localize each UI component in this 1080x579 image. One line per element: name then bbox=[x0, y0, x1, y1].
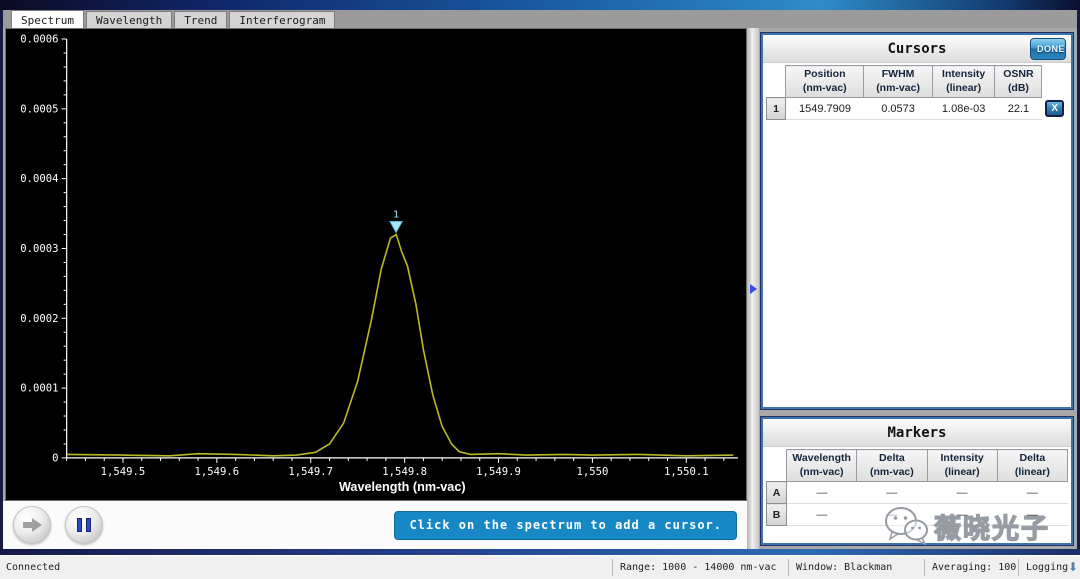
marker-delta-nm-value: — bbox=[857, 504, 927, 526]
svg-text:1,549.5: 1,549.5 bbox=[101, 466, 146, 478]
cursors-panel: Cursors DONE Position (nm-vac) FWHM (nm bbox=[761, 33, 1073, 409]
svg-text:0.0002: 0.0002 bbox=[20, 313, 58, 325]
cursors-panel-title: Cursors bbox=[887, 41, 946, 57]
download-arrow-icon[interactable]: ⬇ bbox=[1068, 560, 1078, 574]
markers-panel-header: Markers bbox=[763, 419, 1071, 447]
delete-cursor-button[interactable]: X bbox=[1045, 100, 1064, 117]
panel-splitter[interactable] bbox=[747, 28, 759, 549]
marker-wavelength-value: — bbox=[787, 504, 857, 526]
svg-text:1,549.8: 1,549.8 bbox=[382, 466, 427, 478]
main-area: 1,549.5 1,549.6 1,549.7 1,549.8 1,549.9 1,550… bbox=[0, 28, 1080, 549]
svg-text:0.0003: 0.0003 bbox=[20, 243, 58, 255]
svg-text:0.0005: 0.0005 bbox=[20, 103, 58, 115]
cursor-fwhm-value: 0.0573 bbox=[864, 98, 932, 120]
tab-trend[interactable]: Trend bbox=[174, 11, 227, 28]
column-header-intensity: Intensity (linear) bbox=[927, 450, 997, 482]
connection-status: Connected bbox=[6, 562, 60, 573]
marker-row-a: A — — — — bbox=[767, 482, 1068, 504]
collapse-arrow-icon bbox=[750, 284, 757, 294]
marker-intensity-value: — bbox=[927, 504, 997, 526]
cursor-row: 1 1549.7909 0.0573 1.08e-03 22.1 X bbox=[767, 98, 1068, 120]
pause-icon bbox=[77, 518, 91, 532]
marker-row-b: B — — — — bbox=[767, 504, 1068, 526]
tab-interferogram[interactable]: Interferogram bbox=[229, 11, 335, 28]
markers-panel-title: Markers bbox=[887, 425, 946, 441]
marker-row-label: B bbox=[767, 504, 787, 526]
column-header-osnr: OSNR (dB) bbox=[995, 66, 1042, 98]
cursors-empty-area bbox=[763, 120, 1071, 407]
marker-delta-linear-value: — bbox=[997, 482, 1067, 504]
svg-text:1,549.7: 1,549.7 bbox=[288, 466, 333, 478]
corner-cell bbox=[767, 66, 786, 98]
window-function-status: Window: Blackman bbox=[796, 562, 892, 573]
cursors-panel-header: Cursors DONE bbox=[763, 35, 1071, 63]
svg-text:1,549.9: 1,549.9 bbox=[476, 466, 521, 478]
svg-text:0.0004: 0.0004 bbox=[20, 173, 58, 185]
column-header-intensity: Intensity (linear) bbox=[932, 66, 995, 98]
column-header-wavelength: Wavelength (nm-vac) bbox=[787, 450, 857, 482]
averaging-status: Averaging: 100 bbox=[932, 562, 1016, 573]
svg-text:0.0001: 0.0001 bbox=[20, 383, 58, 395]
x-axis-label: Wavelength (nm-vac) bbox=[339, 480, 466, 494]
svg-text:0.0006: 0.0006 bbox=[20, 34, 58, 46]
range-status: Range: 1000 - 14000 nm-vac bbox=[620, 562, 777, 573]
step-button[interactable] bbox=[13, 506, 51, 544]
status-divider bbox=[1018, 559, 1019, 576]
svg-text:1,549.6: 1,549.6 bbox=[195, 466, 240, 478]
cursor-row-number: 1 bbox=[767, 98, 786, 120]
marker-intensity-value: — bbox=[927, 482, 997, 504]
marker-row-label: A bbox=[767, 482, 787, 504]
chart-column: 1,549.5 1,549.6 1,549.7 1,549.8 1,549.9 1,550… bbox=[3, 28, 747, 549]
status-divider bbox=[788, 559, 789, 576]
cursor-intensity-value: 1.08e-03 bbox=[932, 98, 995, 120]
markers-table: Wavelength (nm-vac) Delta (nm-vac) Inten… bbox=[766, 449, 1068, 526]
logging-status[interactable]: Logging bbox=[1026, 562, 1068, 573]
cursors-table: Position (nm-vac) FWHM (nm-vac) Intensit… bbox=[766, 65, 1068, 120]
marker-delta-linear-value: — bbox=[997, 504, 1067, 526]
marker-wavelength-value: — bbox=[787, 482, 857, 504]
column-header-delta-linear: Delta (linear) bbox=[997, 450, 1067, 482]
cursor-osnr-value: 22.1 bbox=[995, 98, 1042, 120]
pause-button[interactable] bbox=[65, 506, 103, 544]
playback-bar: Click on the spectrum to add a cursor. bbox=[3, 501, 747, 549]
tab-strip: Spectrum Wavelength Trend Interferogram bbox=[0, 10, 1080, 28]
add-cursor-hint-button[interactable]: Click on the spectrum to add a cursor. bbox=[394, 511, 737, 540]
panel-column: Cursors DONE Position (nm-vac) FWHM (nm bbox=[759, 28, 1077, 549]
svg-text:1,550.1: 1,550.1 bbox=[664, 466, 709, 478]
corner-cell bbox=[767, 450, 787, 482]
svg-text:1,550: 1,550 bbox=[576, 466, 608, 478]
done-button[interactable]: DONE bbox=[1030, 38, 1066, 60]
tab-wavelength[interactable]: Wavelength bbox=[86, 11, 172, 28]
markers-panel: Markers Wavelength (nm-vac) Delta (nm-va… bbox=[761, 417, 1073, 545]
cursor-position-value: 1549.7909 bbox=[786, 98, 864, 120]
cursor-marker-icon bbox=[390, 221, 402, 232]
tab-spectrum[interactable]: Spectrum bbox=[11, 10, 84, 28]
window-titlebar bbox=[0, 0, 1080, 10]
status-bar: Connected Range: 1000 - 14000 nm-vac Win… bbox=[0, 555, 1080, 579]
right-arrow-icon bbox=[23, 518, 42, 532]
delete-cell: X bbox=[1042, 98, 1068, 120]
status-divider bbox=[612, 559, 613, 576]
spectrum-plot[interactable]: 1,549.5 1,549.6 1,549.7 1,549.8 1,549.9 1,550… bbox=[6, 29, 746, 500]
spectrum-trace bbox=[67, 235, 734, 456]
column-header-delta-nm: Delta (nm-vac) bbox=[857, 450, 927, 482]
cursor-marker-label: 1 bbox=[393, 210, 399, 221]
svg-text:0: 0 bbox=[52, 452, 58, 464]
delete-column-header bbox=[1042, 66, 1068, 98]
spectrum-chart[interactable]: 1,549.5 1,549.6 1,549.7 1,549.8 1,549.9 1,550… bbox=[5, 28, 747, 501]
marker-delta-nm-value: — bbox=[857, 482, 927, 504]
status-divider bbox=[924, 559, 925, 576]
app-window: Spectrum Wavelength Trend Interferogram … bbox=[0, 0, 1080, 579]
column-header-fwhm: FWHM (nm-vac) bbox=[864, 66, 932, 98]
column-header-position: Position (nm-vac) bbox=[786, 66, 864, 98]
